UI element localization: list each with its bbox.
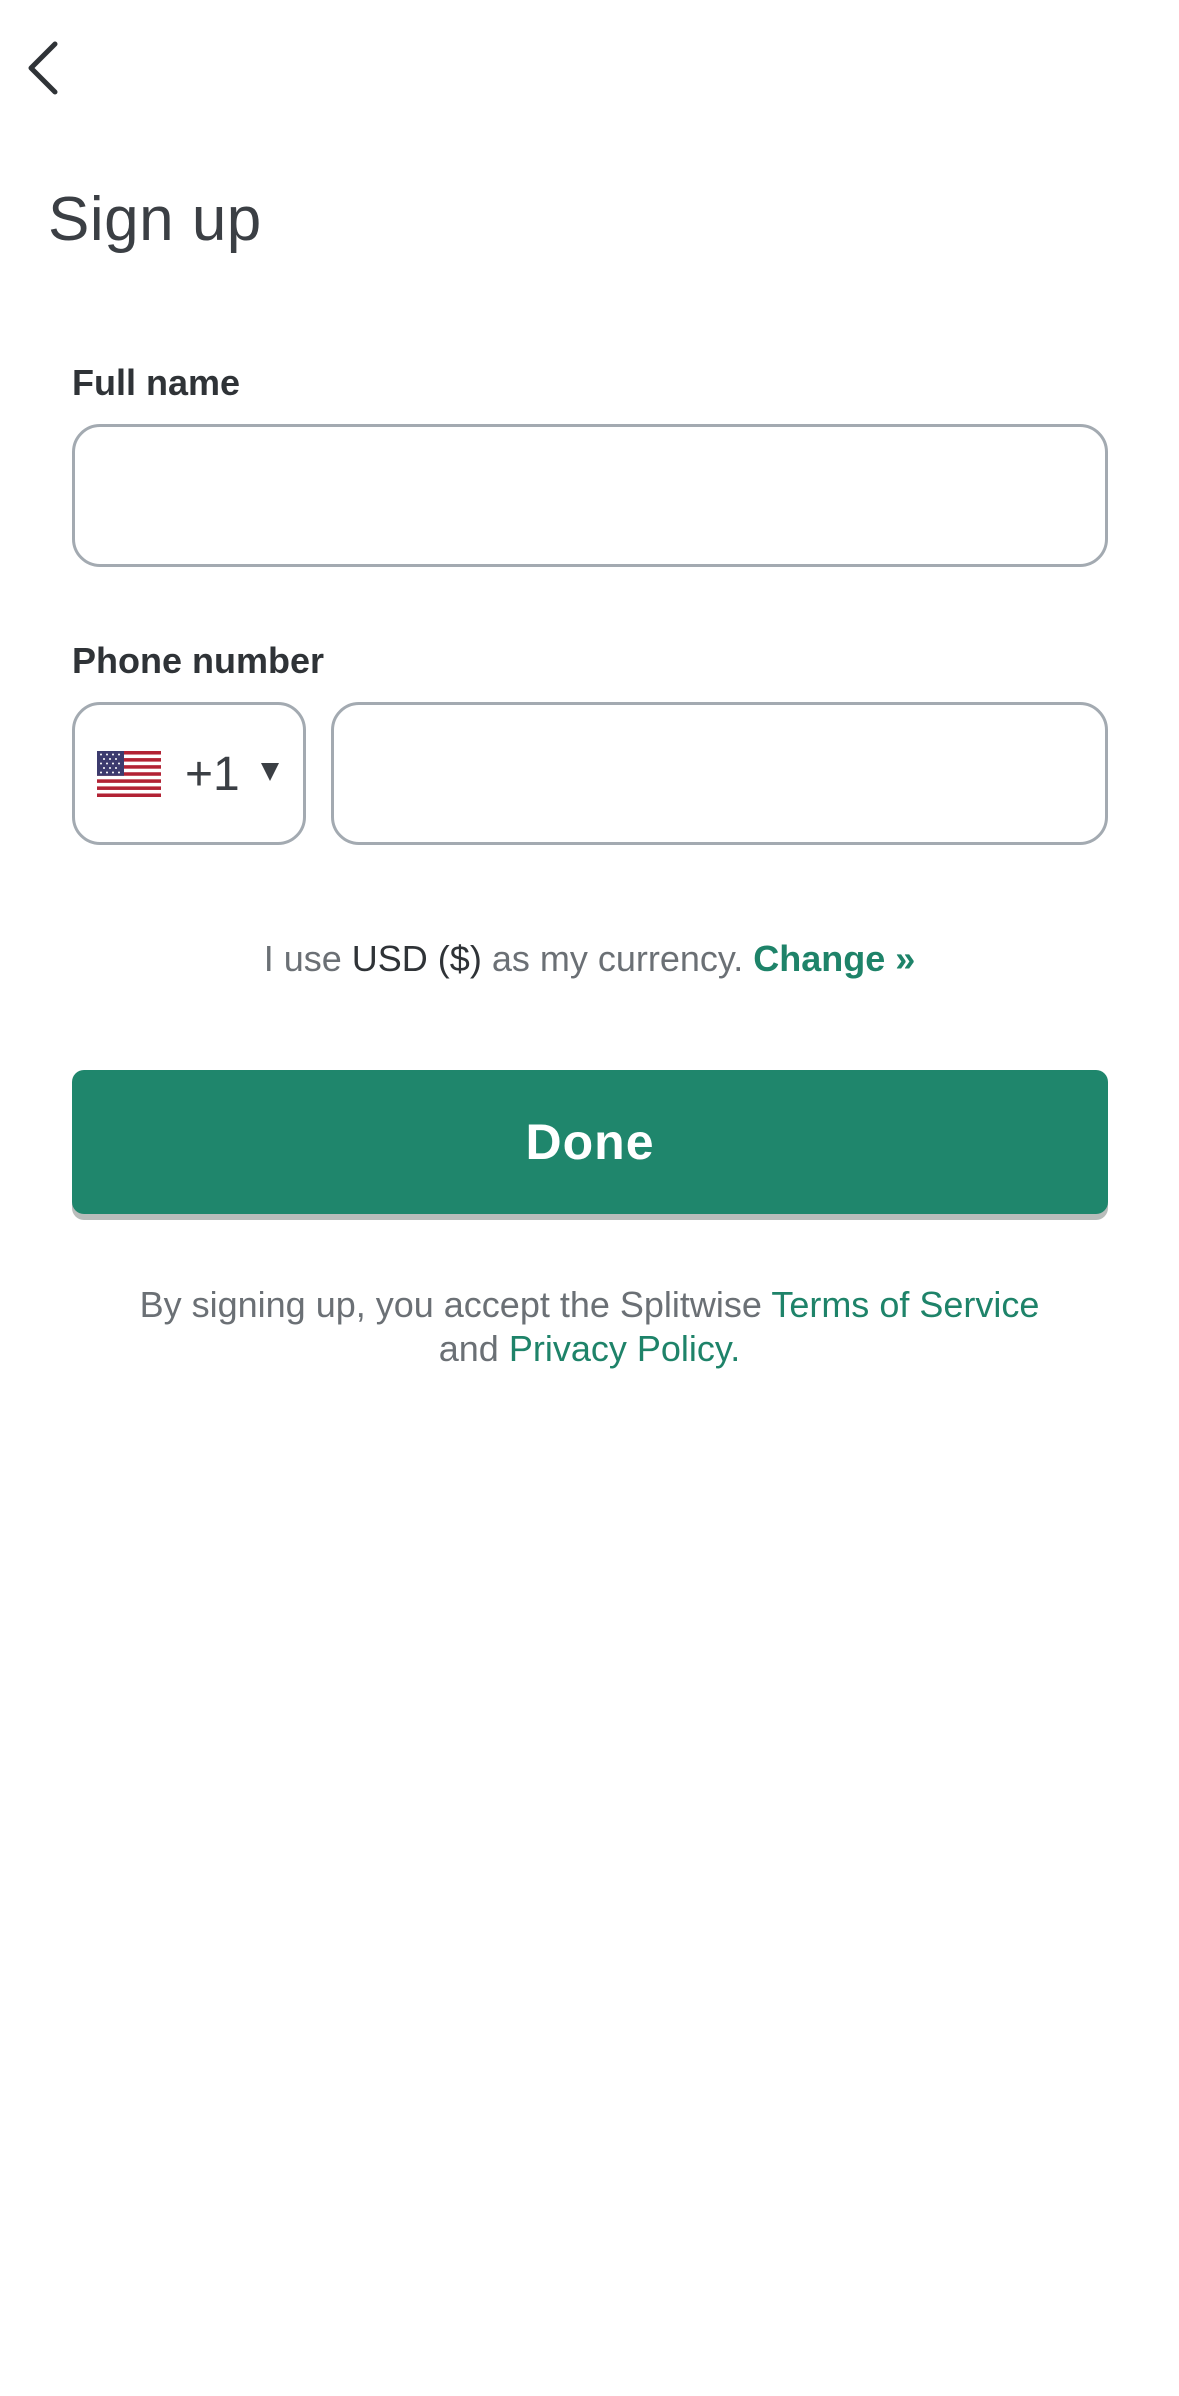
- full-name-input[interactable]: [72, 424, 1108, 567]
- privacy-policy-link[interactable]: Privacy Policy: [509, 1328, 730, 1369]
- full-name-label: Full name: [72, 362, 241, 403]
- terms-and: and: [438, 1328, 509, 1369]
- country-code-picker[interactable]: +1: [72, 702, 306, 845]
- phone-number-label: Phone number: [72, 640, 325, 681]
- back-button[interactable]: [18, 36, 66, 100]
- currency-code: USD ($): [351, 938, 482, 979]
- terms-prefix: By signing up, you accept the Splitwise: [139, 1284, 772, 1325]
- done-button[interactable]: Done: [72, 1070, 1108, 1214]
- us-flag-icon: [97, 751, 161, 797]
- country-code: +1: [185, 748, 240, 801]
- currency-prefix: I use: [263, 938, 352, 979]
- terms-text: By signing up, you accept the Splitwise …: [100, 1283, 1079, 1371]
- phone-number-input[interactable]: [331, 702, 1108, 845]
- page-title: Sign up: [48, 185, 262, 254]
- currency-line: I use USD ($) as my currency. Change »: [0, 934, 1179, 984]
- change-currency-link[interactable]: Change »: [753, 938, 915, 979]
- terms-suffix: .: [730, 1328, 741, 1369]
- caret-down-icon: [261, 763, 279, 781]
- chevron-left-icon: [28, 41, 58, 95]
- terms-of-service-link[interactable]: Terms of Service: [771, 1284, 1039, 1325]
- currency-suffix: as my currency.: [481, 938, 754, 979]
